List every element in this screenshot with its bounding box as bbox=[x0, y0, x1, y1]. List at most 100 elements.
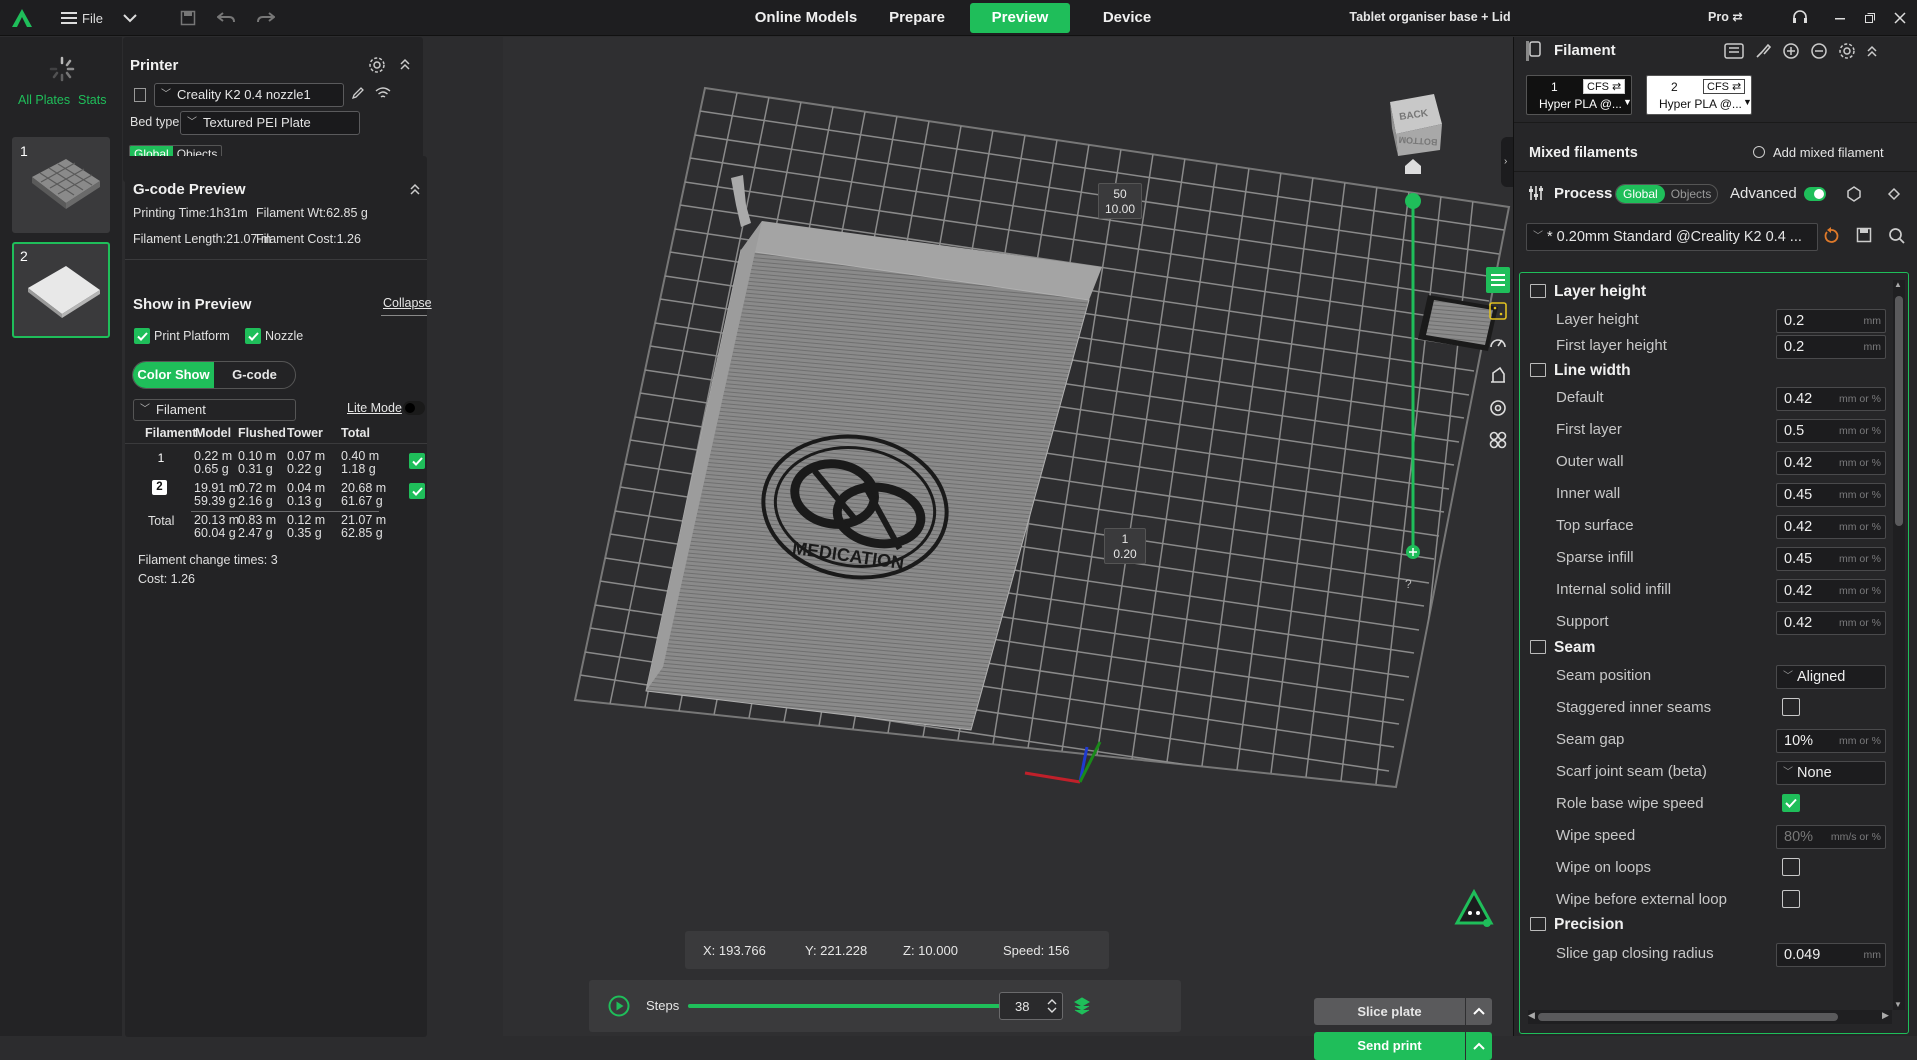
scroll-left-icon[interactable]: ◀ bbox=[1528, 1010, 1535, 1021]
play-icon[interactable] bbox=[608, 995, 630, 1017]
reset-icon[interactable] bbox=[1885, 185, 1903, 203]
filament-1-visible-checkbox[interactable] bbox=[409, 453, 425, 469]
save-icon[interactable] bbox=[176, 6, 200, 30]
support-paint-icon[interactable] bbox=[1488, 365, 1508, 385]
line-width-top-surface-input[interactable]: 0.42 mm or % bbox=[1776, 515, 1886, 539]
plate-thumbnail-1[interactable]: 1 bbox=[12, 137, 110, 233]
filament-view-select[interactable]: ﹀ Filament bbox=[133, 399, 296, 421]
scroll-down-icon[interactable]: ▼ bbox=[1894, 1000, 1902, 1009]
edit-icon[interactable] bbox=[351, 86, 371, 104]
staggered-inner-seams-checkbox[interactable] bbox=[1782, 698, 1800, 716]
gcode-option[interactable]: G-code bbox=[214, 362, 295, 388]
wipe-speed-input[interactable]: 80% mm/s or % bbox=[1776, 825, 1886, 849]
view-cube[interactable]: BACK BOTTOM bbox=[1384, 92, 1450, 158]
advanced-toggle[interactable] bbox=[1804, 187, 1826, 201]
line-width-inner-wall-input[interactable]: 0.45 mm or % bbox=[1776, 483, 1886, 507]
tab-online-models[interactable]: Online Models bbox=[746, 3, 866, 33]
wipe-before-external-checkbox[interactable] bbox=[1782, 890, 1800, 908]
layer-slider-top-handle[interactable] bbox=[1405, 193, 1421, 209]
home-view-icon[interactable] bbox=[1403, 157, 1423, 175]
tab-prepare[interactable]: Prepare bbox=[876, 3, 958, 33]
filament-slot-1[interactable]: 1 CFS ⇄ Hyper PLA @... ▼ bbox=[1526, 75, 1632, 115]
steps-input[interactable]: 38 bbox=[999, 992, 1063, 1020]
layers-stack-icon[interactable] bbox=[1073, 997, 1091, 1015]
restore-icon[interactable] bbox=[1858, 6, 1882, 30]
role-wipe-speed-checkbox[interactable] bbox=[1782, 794, 1800, 812]
collapse-up-icon[interactable] bbox=[1866, 42, 1878, 60]
spinner-arrows-icon[interactable] bbox=[1046, 996, 1058, 1016]
gear-icon[interactable] bbox=[368, 56, 386, 74]
scroll-up-icon[interactable]: ▲ bbox=[1894, 280, 1902, 289]
plate-thumbnail-2[interactable]: 2 bbox=[12, 242, 110, 338]
line-width-first-layer-input[interactable]: 0.5 mm or % bbox=[1776, 419, 1886, 443]
minimize-icon[interactable] bbox=[1828, 6, 1852, 30]
compare-icon[interactable] bbox=[1845, 185, 1863, 203]
stats-link[interactable]: Stats bbox=[78, 93, 107, 107]
scope-objects[interactable]: Objects bbox=[1665, 185, 1718, 203]
tab-device[interactable]: Device bbox=[1086, 3, 1168, 33]
line-width-support-input[interactable]: 0.42 mm or % bbox=[1776, 611, 1886, 635]
collapse-up-icon[interactable] bbox=[399, 56, 411, 72]
remove-circle-icon[interactable] bbox=[1810, 42, 1828, 60]
filament-slot-2[interactable]: 2 CFS ⇄ Hyper PLA @... ▼ bbox=[1646, 75, 1752, 115]
save-icon[interactable] bbox=[1856, 227, 1872, 243]
slice-plate-button[interactable]: Slice plate bbox=[1314, 998, 1465, 1025]
panel-collapse-handle[interactable]: › bbox=[1501, 137, 1513, 187]
seam-position-select[interactable]: ﹀ Aligned bbox=[1776, 665, 1886, 689]
layers-view-icon[interactable] bbox=[1486, 267, 1510, 293]
view-mode-toggle[interactable]: Color Show G-code bbox=[132, 361, 296, 389]
sync-filament-icon[interactable] bbox=[1724, 42, 1744, 60]
add-mixed-filament-button[interactable]: Add mixed filament bbox=[1753, 145, 1884, 160]
slice-gap-input[interactable]: 0.049 mm bbox=[1776, 943, 1886, 967]
arrange-icon[interactable] bbox=[1488, 430, 1508, 450]
layer-height-input[interactable]: 0.2 mm bbox=[1776, 309, 1886, 333]
horizontal-scrollbar-thumb[interactable] bbox=[1538, 1013, 1838, 1021]
line-width-sparse-infill-input[interactable]: 0.45 mm or % bbox=[1776, 547, 1886, 571]
scrollbar-thumb[interactable] bbox=[1895, 296, 1903, 526]
bed-type-select[interactable]: ﹀ Textured PEI Plate bbox=[180, 111, 360, 135]
horizontal-scrollbar[interactable]: ◀ ▶ bbox=[1528, 1010, 1892, 1024]
send-options-button[interactable] bbox=[1466, 1032, 1492, 1060]
process-scope-toggle[interactable]: Global Objects bbox=[1615, 184, 1719, 204]
search-icon[interactable] bbox=[1888, 227, 1906, 245]
lite-mode-toggle[interactable] bbox=[403, 401, 425, 415]
scroll-right-icon[interactable]: ▶ bbox=[1882, 1010, 1889, 1021]
line-width-default-input[interactable]: 0.42 mm or % bbox=[1776, 387, 1886, 411]
close-icon[interactable] bbox=[1888, 6, 1912, 30]
print-platform-checkbox[interactable] bbox=[134, 328, 150, 344]
redo-icon[interactable] bbox=[254, 6, 278, 30]
nozzle-checkbox[interactable] bbox=[245, 328, 261, 344]
undo-changes-icon[interactable] bbox=[1822, 227, 1840, 245]
wifi-icon[interactable] bbox=[375, 86, 391, 100]
3d-viewport[interactable]: MEDICATION BACK BOTTOM 5010.00 10.20 ? bbox=[503, 37, 1513, 1060]
all-plates-link[interactable]: All Plates bbox=[18, 93, 70, 107]
settings-view-icon[interactable] bbox=[1488, 398, 1508, 418]
color-show-option[interactable]: Color Show bbox=[133, 362, 214, 388]
pro-button[interactable]: Pro ⇄ bbox=[1708, 9, 1743, 24]
steps-slider-track[interactable] bbox=[688, 999, 1017, 1013]
brush-icon[interactable] bbox=[1754, 42, 1772, 60]
file-menu-button[interactable]: File bbox=[60, 6, 112, 30]
chevron-down-icon[interactable] bbox=[118, 6, 142, 30]
scarf-joint-select[interactable]: ﹀ None bbox=[1776, 761, 1886, 785]
tab-preview[interactable]: Preview bbox=[970, 3, 1070, 33]
slice-options-button[interactable] bbox=[1466, 998, 1492, 1025]
collapse-link[interactable]: Collapse bbox=[383, 296, 432, 310]
seam-gap-input[interactable]: 10% mm or % bbox=[1776, 729, 1886, 753]
speed-icon[interactable] bbox=[1488, 333, 1508, 353]
support-icon[interactable] bbox=[1788, 6, 1812, 30]
filament-grid-icon[interactable] bbox=[1488, 301, 1508, 321]
process-profile-select[interactable]: ﹀ * 0.20mm Standard @Creality K2 0.4 ... bbox=[1526, 223, 1818, 251]
line-width-internal-solid-input[interactable]: 0.42 mm or % bbox=[1776, 579, 1886, 603]
gear-icon[interactable] bbox=[1838, 42, 1856, 60]
help-icon[interactable]: ? bbox=[1405, 577, 1412, 591]
scope-global[interactable]: Global bbox=[1616, 185, 1665, 203]
collapse-up-icon[interactable] bbox=[409, 181, 421, 197]
assistant-icon[interactable] bbox=[1453, 889, 1495, 929]
send-print-button[interactable]: Send print bbox=[1314, 1032, 1465, 1060]
line-width-outer-wall-input[interactable]: 0.42 mm or % bbox=[1776, 451, 1886, 475]
undo-icon[interactable] bbox=[214, 6, 238, 30]
first-layer-height-input[interactable]: 0.2 mm bbox=[1776, 335, 1886, 359]
filament-2-visible-checkbox[interactable] bbox=[409, 483, 425, 499]
printer-select[interactable]: ﹀ Creality K2 0.4 nozzle1 bbox=[154, 83, 344, 107]
